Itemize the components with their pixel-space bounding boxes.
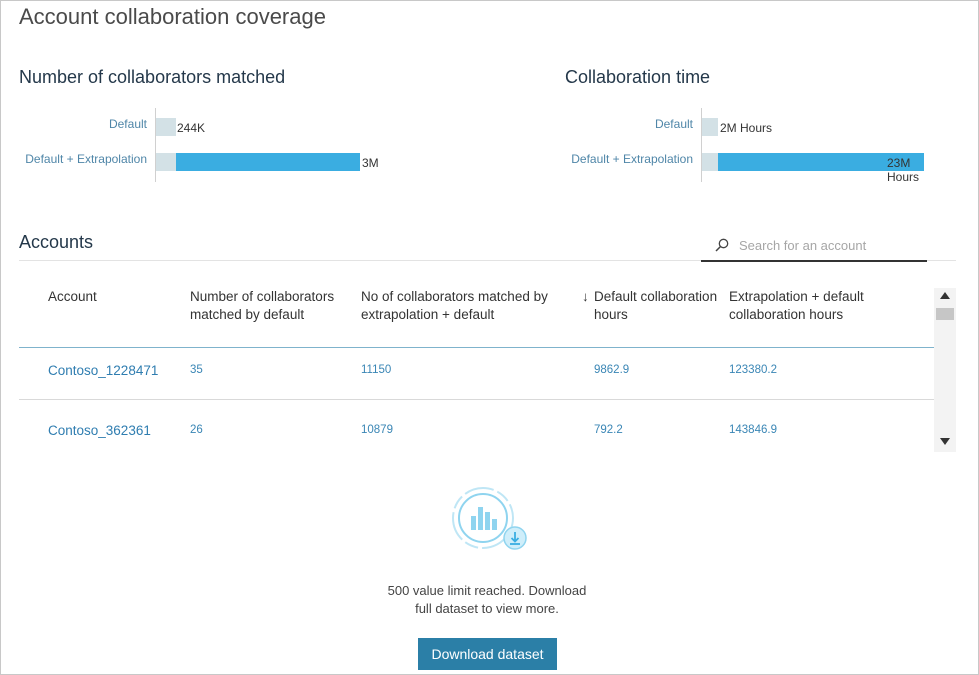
limit-message: 500 value limit reached. Download full d… [367, 582, 607, 618]
chart-data-label: 2M Hours [720, 121, 773, 135]
table-cell: 143846.9 [729, 424, 777, 436]
search-icon [715, 238, 729, 252]
page-title: Account collaboration coverage [19, 4, 326, 29]
chart-data-label: 3M [362, 156, 379, 170]
chart-bar-extrapolation [176, 153, 360, 171]
collaborators-chart: Default Default + Extrapolation 244K 3M [0, 108, 380, 188]
chart-bar-default [156, 153, 176, 171]
chart-category-label: Default + Extrapolation [25, 152, 147, 166]
search-placeholder: Search for an account [739, 238, 867, 253]
column-header-matched-default[interactable]: Number of collaborators matched by defau… [190, 288, 350, 324]
chart-bar-default [702, 153, 718, 171]
column-header-extrapolation-hours[interactable]: Extrapolation + default collaboration ho… [729, 288, 889, 324]
table-cell: 26 [190, 424, 203, 436]
collaborators-chart-title: Number of collaborators matched [19, 67, 286, 87]
row-divider [19, 399, 934, 400]
column-header-matched-extrapolation[interactable]: No of collaborators matched by extrapola… [361, 288, 566, 324]
accounts-section-title: Accounts [19, 232, 94, 252]
collaboration-time-chart: Default Default + Extrapolation 2M Hours… [546, 108, 926, 188]
table-cell: 10879 [361, 424, 393, 436]
table-cell: 123380.2 [729, 364, 777, 376]
chart-download-icon [452, 487, 527, 550]
account-link[interactable]: Contoso_1228471 [48, 363, 158, 378]
scroll-down-icon[interactable] [940, 438, 950, 445]
scroll-up-icon[interactable] [940, 292, 950, 299]
table-scrollbar[interactable] [934, 288, 956, 452]
chart-data-label: 23M Hours [887, 156, 920, 184]
chart-category-label: Default [108, 117, 147, 131]
window-frame [0, 0, 979, 675]
table-cell: 792.2 [594, 424, 623, 436]
column-header-account[interactable]: Account [48, 288, 97, 306]
chart-category-label: Default [654, 117, 693, 131]
download-dataset-button[interactable]: Download dataset [418, 638, 557, 670]
chart-bar-default [702, 118, 718, 136]
column-header-default-hours[interactable]: Default collaboration hours [594, 288, 729, 324]
scrollbar-thumb[interactable] [936, 308, 954, 320]
limit-message-line: full dataset to view more. [415, 601, 559, 616]
header-divider [19, 347, 934, 348]
chart-data-label: 244K [177, 121, 206, 135]
account-link[interactable]: Contoso_362361 [48, 423, 151, 438]
collaboration-time-chart-title: Collaboration time [565, 67, 711, 87]
chart-bar-default [156, 118, 176, 136]
table-cell: 11150 [361, 364, 392, 376]
account-search-input[interactable]: Search for an account [701, 236, 927, 262]
table-cell: 35 [190, 364, 203, 376]
table-cell: 9862.9 [594, 364, 630, 376]
limit-message-line: 500 value limit reached. Download [387, 583, 587, 598]
chart-category-label: Default + Extrapolation [571, 152, 693, 166]
